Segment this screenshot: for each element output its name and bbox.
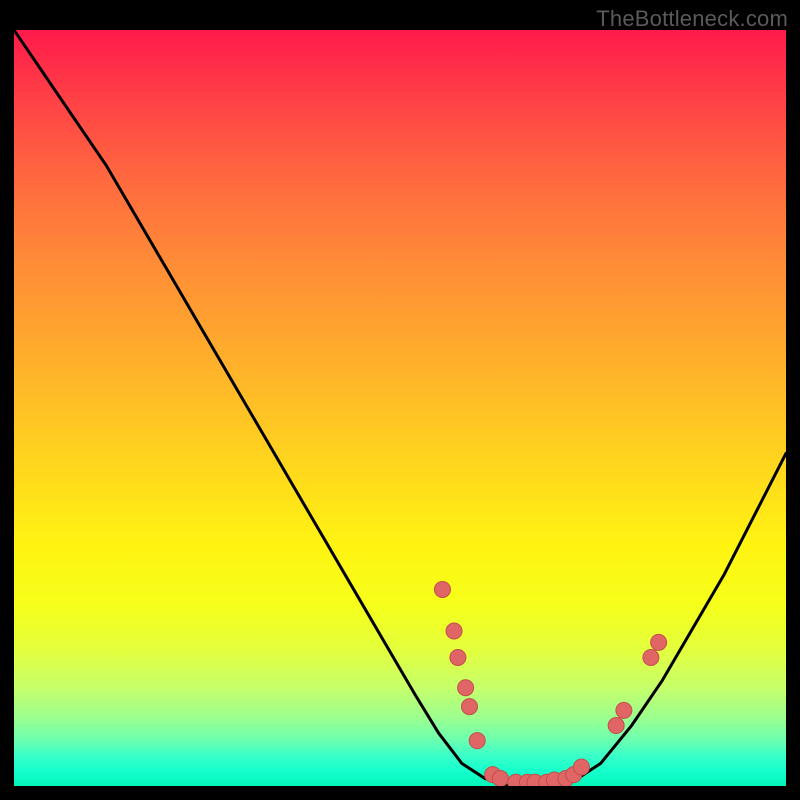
data-dot <box>469 733 485 749</box>
data-dot <box>573 759 589 775</box>
data-dot <box>616 702 632 718</box>
data-dot <box>458 680 474 696</box>
data-dots <box>434 581 666 786</box>
curve-layer <box>14 30 786 786</box>
plot-area <box>14 30 786 786</box>
data-dot <box>461 699 477 715</box>
data-dot <box>651 634 667 650</box>
data-dot <box>434 581 450 597</box>
bottleneck-curve <box>14 30 786 786</box>
chart-frame: TheBottleneck.com <box>0 0 800 800</box>
attribution-text: TheBottleneck.com <box>596 6 788 32</box>
data-dot <box>492 770 508 786</box>
data-dot <box>643 649 659 665</box>
data-dot <box>450 649 466 665</box>
data-dot <box>608 718 624 734</box>
data-dot <box>446 623 462 639</box>
